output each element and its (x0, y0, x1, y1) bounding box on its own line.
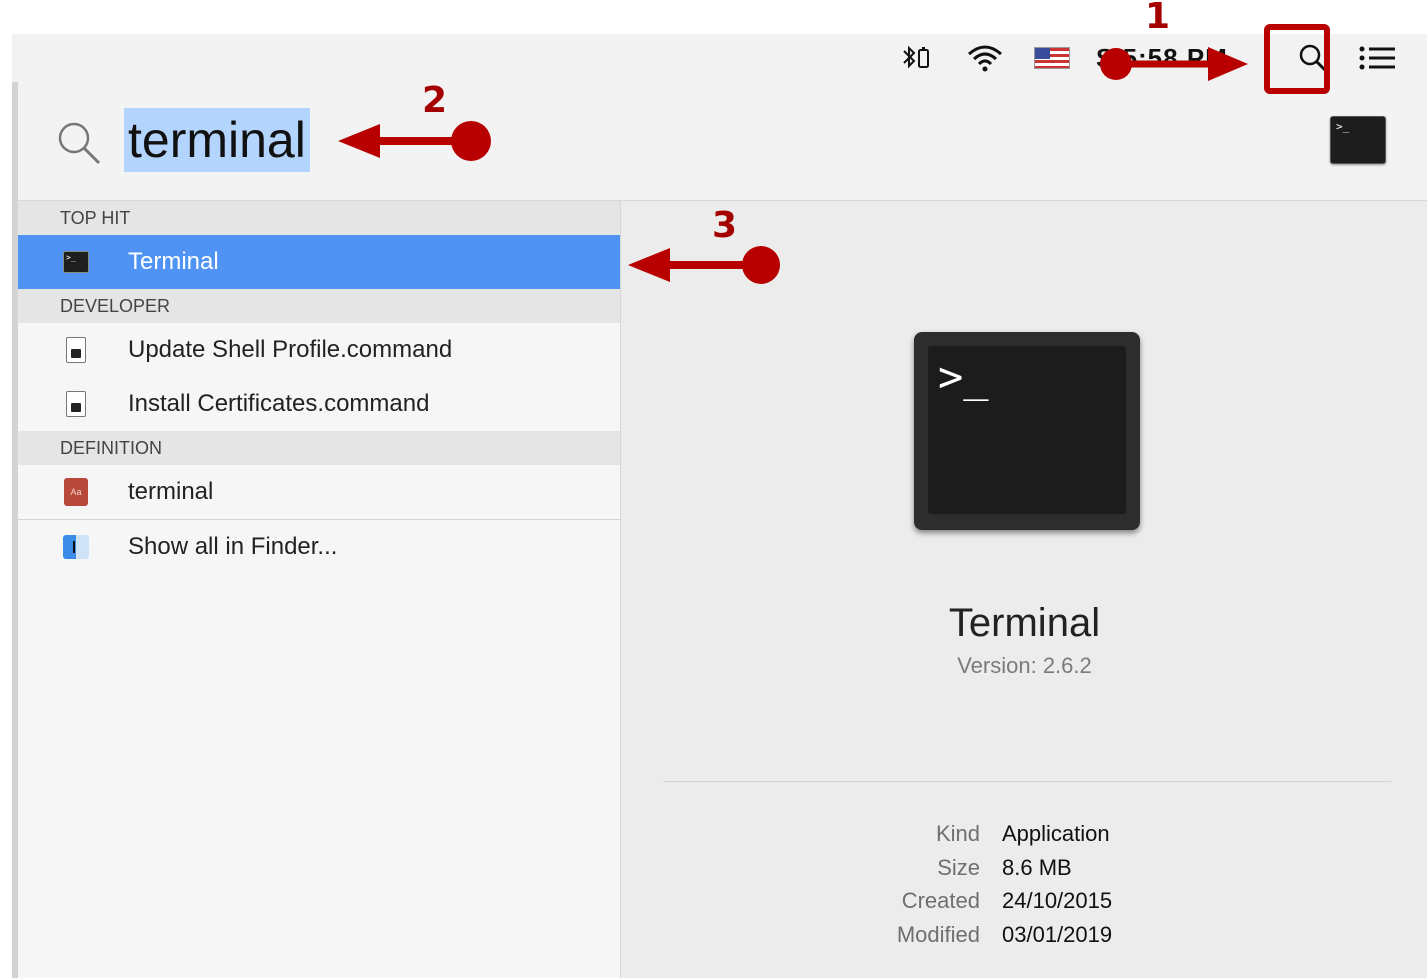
detail-key: Modified (896, 921, 980, 947)
bluetooth-battery-icon[interactable] (897, 34, 937, 82)
annotation-step-1: 1 (1145, 0, 1171, 37)
search-icon (54, 118, 104, 168)
result-label: Terminal (128, 248, 219, 275)
annotation-step-3: 3 (712, 205, 738, 246)
result-label: Show all in Finder... (128, 533, 338, 560)
result-terminal-app[interactable]: >_ Terminal (18, 235, 620, 289)
result-definition-terminal[interactable]: Aa terminal (18, 465, 620, 519)
result-install-certificates[interactable]: Install Certificates.command (18, 377, 620, 431)
detail-value: 8.6 MB (1002, 854, 1072, 880)
preview-details: Kind Application Size 8.6 MB Created 24/… (621, 821, 1427, 955)
result-show-all-in-finder[interactable]: Show all in Finder... (18, 519, 620, 574)
wifi-icon[interactable] (962, 34, 1008, 82)
command-file-icon (66, 391, 86, 417)
preview-app-name: Terminal (948, 601, 1101, 645)
detail-row-modified: Modified 03/01/2019 (621, 922, 1427, 956)
detail-key: Kind (935, 821, 980, 846)
section-header-top-hit: TOP HIT (18, 201, 620, 235)
terminal-thumbnail-icon: >_ (1330, 116, 1386, 164)
detail-value: 24/10/2015 (1002, 888, 1113, 913)
result-update-shell-profile[interactable]: Update Shell Profile.command (18, 323, 620, 377)
preview-app-version: Version: 2.6.2 (957, 653, 1092, 678)
result-label: Update Shell Profile.command (128, 336, 453, 363)
detail-row-kind: Kind Application (621, 821, 1427, 855)
detail-key: Created (901, 888, 980, 913)
command-file-icon (66, 337, 86, 363)
menu-bar: S 5:58 PM (12, 34, 1427, 83)
spotlight-search-bar: terminal >_ (18, 82, 1427, 201)
dictionary-icon: Aa (64, 478, 88, 506)
result-label: terminal (128, 478, 214, 505)
terminal-large-icon: >_ (914, 332, 1140, 530)
menubar-clock[interactable]: S 5:58 PM (1096, 34, 1266, 82)
finder-icon (63, 535, 89, 559)
search-input[interactable]: terminal (124, 108, 310, 172)
preview-pane: >_ Terminal Version: 2.6.2 Kind Applicat… (620, 201, 1427, 978)
results-list: TOP HIT >_ Terminal DEVELOPER Update She… (18, 201, 620, 978)
detail-row-size: Size 8.6 MB (621, 855, 1427, 889)
terminal-app-icon: >_ (63, 251, 89, 273)
section-header-definition: DEFINITION (18, 431, 620, 465)
preview-divider (663, 781, 1391, 782)
terminal-prompt-glyph: >_ (928, 346, 1126, 514)
detail-key: Size (937, 854, 980, 880)
detail-row-created: Created 24/10/2015 (621, 888, 1427, 922)
us-flag-icon[interactable] (1034, 34, 1070, 82)
notification-list-icon[interactable] (1352, 34, 1404, 82)
detail-value: Application (1002, 821, 1110, 846)
annotation-step-2: 2 (422, 80, 448, 121)
detail-value: 03/01/2019 (1002, 921, 1113, 947)
annotation-highlight-box (1264, 24, 1330, 94)
section-header-developer: DEVELOPER (18, 289, 620, 323)
result-label: Install Certificates.command (128, 390, 430, 417)
